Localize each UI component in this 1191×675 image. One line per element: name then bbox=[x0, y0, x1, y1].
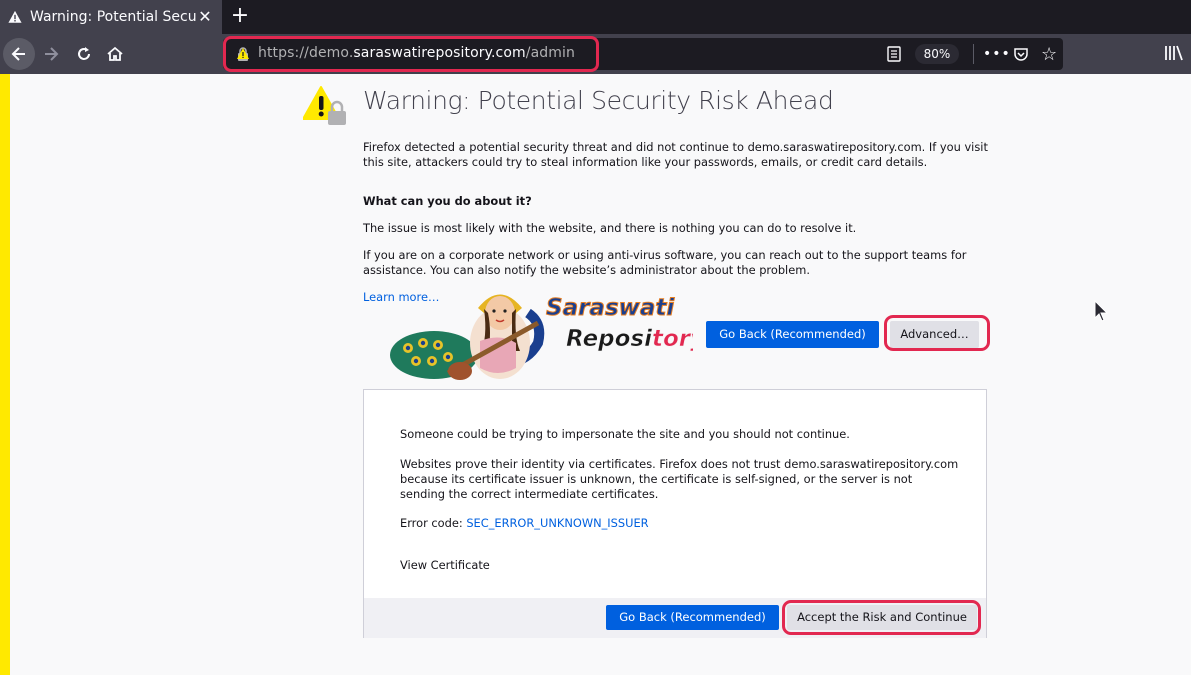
forward-arrow-icon bbox=[45, 47, 59, 61]
new-tab-icon[interactable]: + bbox=[228, 4, 252, 28]
accept-highlight-annotation bbox=[782, 600, 981, 635]
bookmark-star-icon[interactable]: ☆ bbox=[1041, 44, 1057, 65]
error-code-line: Error code: SEC_ERROR_UNKNOWN_ISSUER bbox=[400, 516, 960, 531]
tab-warning[interactable]: Warning: Potential Security Risk Ahead ✕ bbox=[0, 0, 222, 34]
home-icon bbox=[107, 46, 123, 61]
home-button[interactable] bbox=[99, 38, 131, 70]
go-back-button[interactable]: Go Back (Recommended) bbox=[706, 321, 879, 348]
warning-strip bbox=[0, 74, 10, 675]
warning-lock-icon bbox=[303, 86, 346, 125]
view-certificate-link[interactable]: View Certificate bbox=[400, 558, 510, 573]
url-highlight-annotation bbox=[223, 36, 599, 72]
back-arrow-icon bbox=[11, 47, 25, 61]
urlbar-separator bbox=[973, 44, 974, 64]
impersonate-text: Someone could be trying to impersonate t… bbox=[400, 427, 850, 441]
logo-line-2a: Reposi bbox=[566, 326, 653, 352]
tab-title: Warning: Potential Security Risk Ahead bbox=[30, 9, 196, 25]
logo-line-1: Saraswati bbox=[546, 295, 675, 321]
back-button[interactable] bbox=[3, 38, 35, 70]
what-heading: What can you do about it? bbox=[363, 194, 532, 208]
forward-button[interactable] bbox=[35, 38, 67, 70]
panel-go-back-button[interactable]: Go Back (Recommended) bbox=[606, 605, 779, 630]
navigation-toolbar: https://demo.saraswatirepository.com/adm… bbox=[0, 34, 1191, 74]
pocket-icon[interactable] bbox=[1013, 46, 1029, 62]
certificate-explanation: Websites prove their identity via certif… bbox=[400, 457, 959, 501]
tab-close-icon[interactable]: ✕ bbox=[196, 8, 214, 26]
library-icon[interactable] bbox=[1164, 44, 1184, 62]
page-actions-icon[interactable]: ••• bbox=[983, 46, 1011, 62]
mouse-cursor-icon bbox=[1094, 300, 1108, 322]
error-code-label: Error code: bbox=[400, 516, 467, 530]
page-title: Warning: Potential Security Risk Ahead bbox=[363, 86, 834, 115]
warning-icon bbox=[8, 10, 22, 23]
error-code-link[interactable]: SEC_ERROR_UNKNOWN_ISSUER bbox=[466, 516, 648, 530]
intro-text: Firefox detected a potential security th… bbox=[363, 140, 988, 169]
advanced-highlight-annotation bbox=[884, 315, 990, 351]
logo-line-2b: tory bbox=[652, 326, 693, 352]
reload-button[interactable] bbox=[68, 38, 100, 70]
svg-text:Repository: Repository bbox=[566, 326, 693, 352]
reader-view-icon[interactable] bbox=[887, 46, 901, 62]
zoom-indicator[interactable]: 80% bbox=[915, 44, 959, 64]
issue-text: The issue is most likely with the websit… bbox=[363, 221, 857, 235]
tab-strip: Warning: Potential Security Risk Ahead ✕… bbox=[0, 0, 1191, 34]
corporate-text: If you are on a corporate network or usi… bbox=[363, 248, 967, 277]
reload-icon bbox=[78, 47, 90, 60]
saraswati-repository-logo: Saraswati Repository bbox=[390, 294, 693, 380]
